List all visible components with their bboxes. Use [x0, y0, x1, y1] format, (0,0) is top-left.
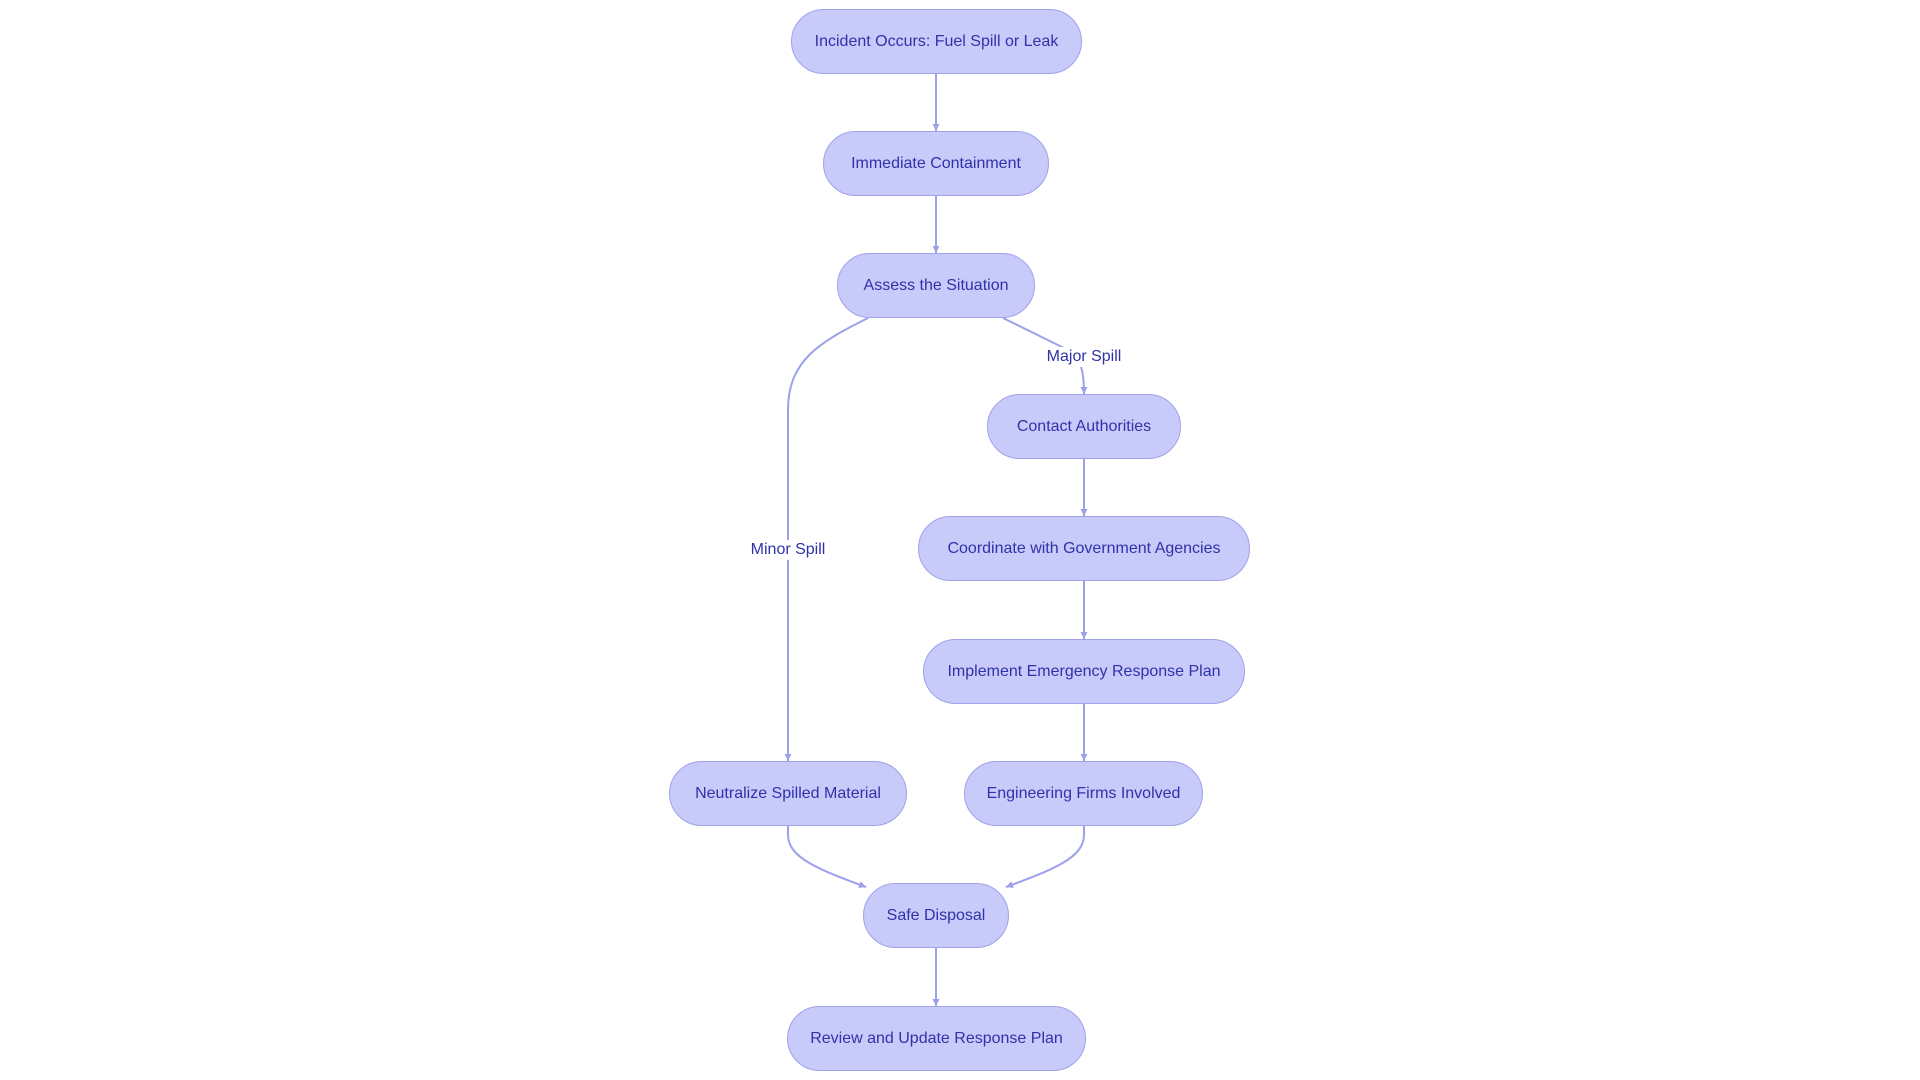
edge-label-minor-spill: Minor Spill — [749, 540, 827, 560]
node-label: Incident Occurs: Fuel Spill or Leak — [814, 32, 1059, 50]
edge-engineering-to-disposal — [1005, 826, 1085, 888]
edge-label-major-spill: Major Spill — [1045, 347, 1123, 367]
node-label: Neutralize Spilled Material — [695, 784, 881, 802]
node-incident[interactable]: Incident Occurs: Fuel Spill or Leak — [791, 9, 1082, 74]
node-label: Review and Update Response Plan — [810, 1029, 1063, 1047]
node-label: Safe Disposal — [886, 906, 986, 924]
node-safe-disposal[interactable]: Safe Disposal — [863, 883, 1009, 948]
node-assess-situation[interactable]: Assess the Situation — [837, 253, 1035, 318]
node-label: Implement Emergency Response Plan — [947, 662, 1221, 680]
node-coordinate-agencies[interactable]: Coordinate with Government Agencies — [918, 516, 1250, 581]
node-immediate-containment[interactable]: Immediate Containment — [823, 131, 1049, 196]
node-label: Immediate Containment — [851, 154, 1021, 172]
node-review-plan[interactable]: Review and Update Response Plan — [787, 1006, 1086, 1071]
node-neutralize-material[interactable]: Neutralize Spilled Material — [669, 761, 907, 826]
node-contact-authorities[interactable]: Contact Authorities — [987, 394, 1181, 459]
node-label: Contact Authorities — [1016, 417, 1152, 435]
node-implement-plan[interactable]: Implement Emergency Response Plan — [923, 639, 1245, 704]
node-label: Assess the Situation — [863, 276, 1009, 294]
node-label: Coordinate with Government Agencies — [947, 539, 1221, 557]
edge-neutralize-to-disposal — [787, 826, 867, 888]
flowchart-canvas: Incident Occurs: Fuel Spill or Leak Imme… — [0, 0, 1920, 1080]
node-engineering-firms[interactable]: Engineering Firms Involved — [964, 761, 1203, 826]
node-label: Engineering Firms Involved — [986, 784, 1181, 802]
